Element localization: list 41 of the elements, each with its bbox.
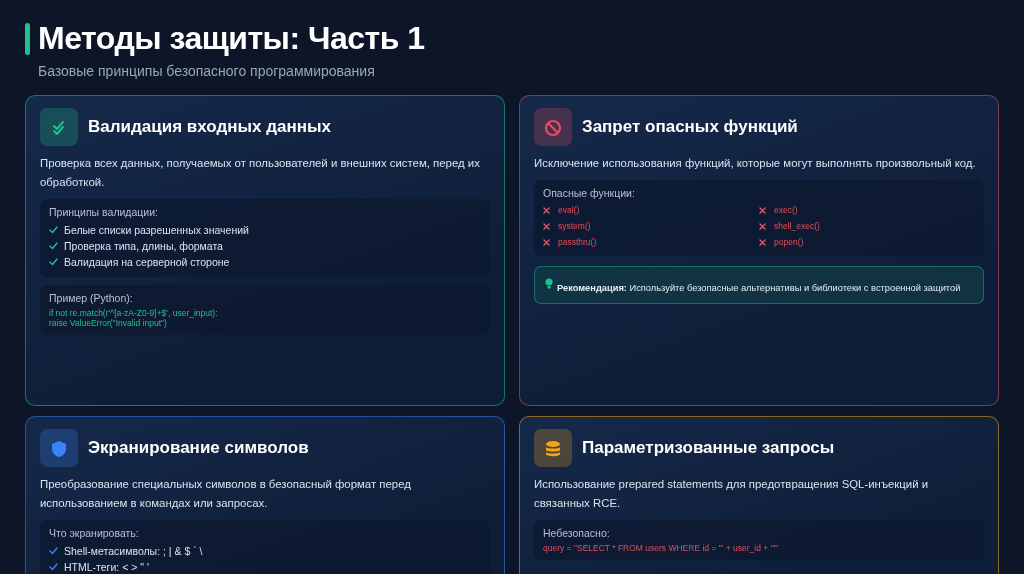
- list-heading: Опасные функции:: [543, 187, 636, 199]
- list-item: Валидация на серверной стороне: [64, 255, 230, 270]
- function-name: shell_exec(): [774, 220, 820, 233]
- cross-icon: [543, 238, 550, 246]
- card-title: Параметризованные запросы: [582, 438, 835, 458]
- function-name: eval(): [558, 204, 580, 217]
- cross-icon: [759, 238, 766, 246]
- card-description: Преобразование специальных символов в безопасный формат перед использованием в командах или запросах.: [40, 477, 412, 511]
- cross-icon: [543, 222, 550, 230]
- prohibited-icon: [544, 117, 562, 137]
- card-title: Валидация входных данных: [88, 117, 331, 137]
- function-name: passthru(): [558, 236, 597, 249]
- cross-icon: [759, 206, 766, 214]
- list-heading: Что экранировать:: [49, 527, 140, 539]
- lightbulb-icon: [545, 278, 553, 289]
- database-icon: [544, 438, 562, 458]
- page-title: Методы защиты: Часть 1: [38, 20, 425, 57]
- code-line: query = "SELECT * FROM users WHERE id = '" + user_id + "'": [543, 543, 780, 553]
- cross-icon: [543, 206, 550, 214]
- code-line: if not re.match(r'^[a-zA-Z0-9]+$', user_input):: [49, 308, 219, 318]
- list-heading: Принципы валидации:: [49, 206, 159, 218]
- function-name: system(): [558, 220, 591, 233]
- cross-icon: [759, 222, 766, 230]
- list-item: HTML-теги: < > " ': [64, 560, 149, 574]
- code-line: raise ValueError("Invalid input"): [49, 318, 168, 328]
- card-title: Запрет опасных функций: [582, 117, 798, 137]
- code-heading: Пример (Python):: [49, 292, 134, 304]
- accent-bar: [25, 22, 30, 55]
- page-subtitle: Базовые принципы безопасного программирования: [38, 63, 376, 79]
- card-description: Проверка всех данных, получаемых от пользователей и внешних систем, перед их обработкой.: [40, 156, 481, 190]
- function-name: exec(): [774, 204, 798, 217]
- function-name: popen(): [774, 236, 804, 249]
- list-item: Shell-метасимволы: ; | & $ ` \: [64, 544, 203, 559]
- shield-icon: [50, 438, 68, 458]
- list-item: Проверка типа, длины, формата: [64, 239, 223, 254]
- list-item: Белые списки разрешенных значений: [64, 223, 249, 238]
- card-description: Использование prepared statements для предотвращения SQL-инъекций и связанных RCE.: [534, 477, 930, 511]
- card-description: Исключение использования функций, которые могут выполнять произвольный код.: [534, 156, 977, 171]
- card-title: Экранирование символов: [88, 438, 309, 458]
- code-heading: Небезопасно:: [543, 527, 611, 539]
- recommendation-text: Рекомендация: Используйте безопасные альтернативы и библиотеки с встроенной защитой: [557, 282, 961, 293]
